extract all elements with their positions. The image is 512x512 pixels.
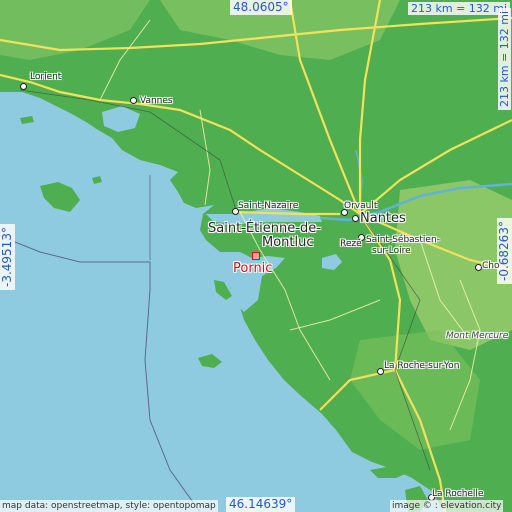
label-saint-sebastien-line1[interactable]: Saint-Sébastien- xyxy=(366,236,440,245)
label-mont-mercure[interactable]: Mont Mercure xyxy=(446,332,508,341)
label-vannes[interactable]: Vannes xyxy=(140,97,173,106)
label-saint-etienne-line1[interactable]: Saint-Étienne-de- xyxy=(208,222,321,235)
attribution-left: map data: openstreetmap, style: opentopo… xyxy=(0,500,218,512)
label-saint-etienne-line2[interactable]: Montluc xyxy=(262,236,314,249)
selected-place-marker[interactable] xyxy=(252,252,260,260)
label-pornic[interactable]: Pornic xyxy=(233,262,272,275)
label-lorient[interactable]: Lorient xyxy=(30,73,61,82)
label-saint-sebastien-line2[interactable]: sur-Loire xyxy=(372,247,411,256)
city-dot-lorient xyxy=(20,83,27,90)
coord-right: -0.68263° xyxy=(497,218,512,284)
scale-horizontal: 213 km = 132 mi xyxy=(408,2,511,15)
label-orvault[interactable]: Orvault xyxy=(344,202,377,211)
city-dot-cholet xyxy=(475,264,482,271)
city-dot-la-roche xyxy=(377,368,384,375)
label-la-rochelle[interactable]: La Rochelle xyxy=(432,490,483,499)
coord-bottom: 46.14639° xyxy=(226,497,296,512)
label-la-roche-sur-yon[interactable]: La Roche-sur-Yon xyxy=(384,362,459,371)
coord-left: -3.49513° xyxy=(0,224,15,290)
city-dot-nantes xyxy=(352,215,359,222)
label-cholet[interactable]: Cho xyxy=(482,262,500,271)
coord-top: 48.0605° xyxy=(230,0,292,15)
label-saint-nazaire[interactable]: Saint-Nazaire xyxy=(238,202,298,211)
attribution-right: image © : elevation.city xyxy=(390,500,504,512)
scale-vertical: 213 km = 132 mi xyxy=(498,7,511,110)
city-dot-vannes xyxy=(130,97,137,104)
label-reze[interactable]: Rezé xyxy=(340,240,362,249)
label-nantes[interactable]: Nantes xyxy=(360,212,406,225)
